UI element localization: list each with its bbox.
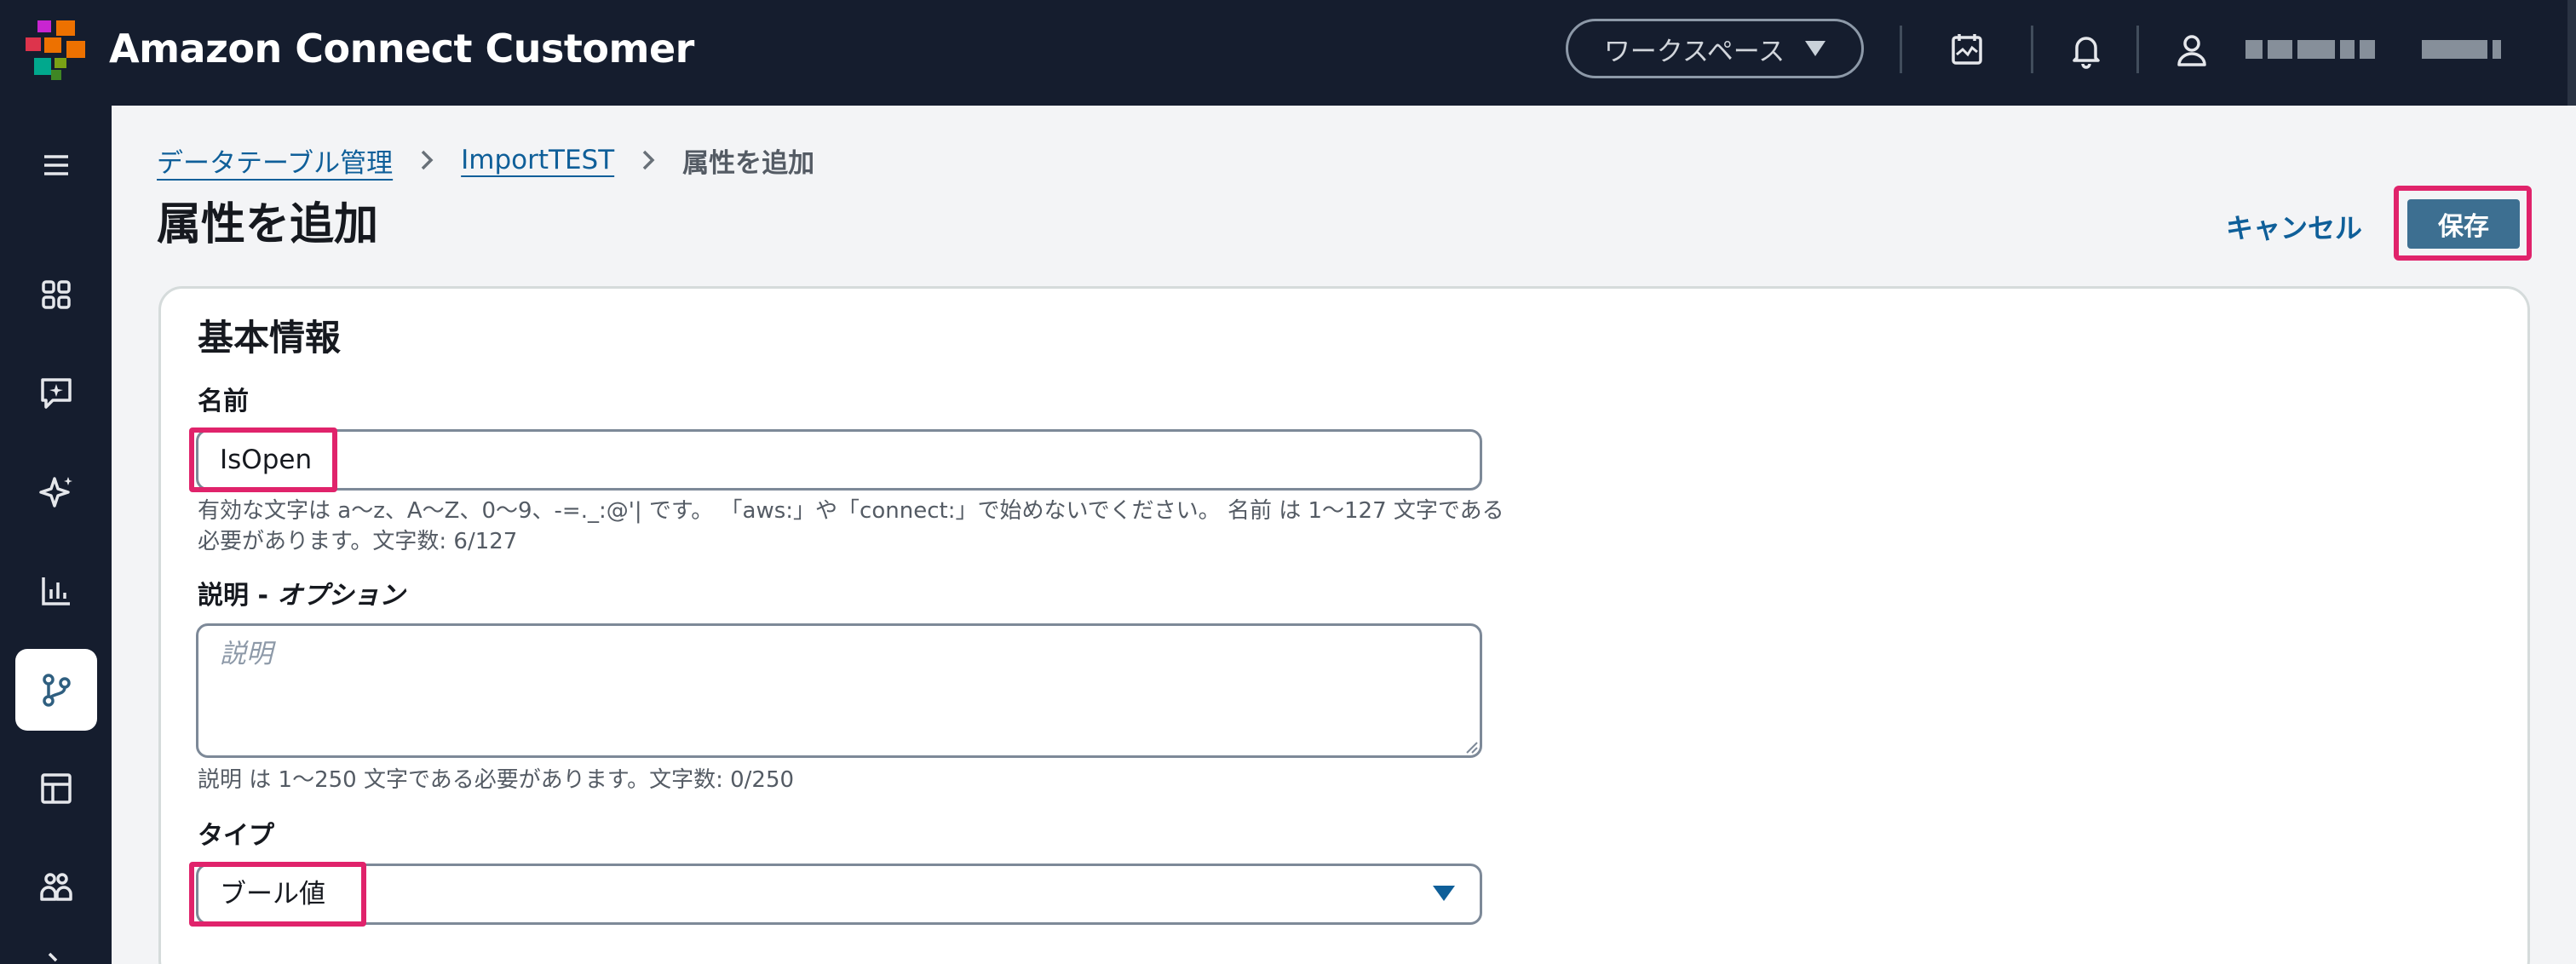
caret-down-icon[interactable] (1433, 886, 1455, 901)
name-hint-line-2: 必要があります。文字数: 6/127 (198, 529, 518, 554)
calendar-activity-icon[interactable] (1946, 29, 1988, 72)
breadcrumb-current: 属性を追加 (682, 147, 815, 179)
description-optional-text: オプション (277, 581, 405, 611)
dashboard-grid-icon (42, 280, 71, 309)
chat-sparkle-icon (41, 378, 72, 409)
routing-flow-icon (43, 674, 71, 707)
breadcrumb-link-data-tables[interactable]: データテーブル管理 (157, 141, 393, 180)
analytics-bar-chart-icon (42, 577, 70, 605)
workspace-label: ワークスペース (1603, 36, 1785, 67)
caret-down-icon (1805, 41, 1826, 56)
nav-layout-button[interactable] (15, 748, 97, 829)
name-input[interactable] (196, 429, 1482, 491)
resize-handle-icon[interactable] (1463, 739, 1479, 755)
description-label-text: 説明 - (198, 581, 278, 611)
divider (1900, 26, 1902, 73)
name-label: 名前 (198, 387, 249, 416)
notification-bell-icon[interactable] (2065, 29, 2107, 72)
type-select[interactable] (196, 864, 1482, 925)
divider (2136, 26, 2139, 73)
ai-sparkle-icon (39, 477, 72, 508)
nav-routing-button[interactable] (15, 649, 97, 731)
chevron-right-icon (421, 150, 434, 170)
name-hint-line-1: 有効な文字は a〜z、A〜Z、0〜9、-=._:@'| です。 「aws:」や「… (198, 498, 1504, 524)
nav-users-button[interactable] (15, 846, 97, 928)
nav-dashboard-button[interactable] (15, 254, 97, 336)
user-name-redacted[interactable] (2245, 37, 2501, 61)
chevron-right-icon (642, 150, 655, 170)
users-group-icon (40, 873, 72, 901)
workspace-dropdown-button[interactable]: ワークスペース (1566, 19, 1864, 78)
description-label: 説明 - オプション (198, 579, 405, 613)
user-profile-icon[interactable] (2171, 29, 2213, 72)
breadcrumb-link-table[interactable]: ImportTEST (461, 145, 614, 175)
scrollbar[interactable] (2567, 0, 2576, 106)
breadcrumb: データテーブル管理 ImportTEST 属性を追加 (157, 141, 814, 179)
side-navigation (0, 106, 112, 964)
cancel-button[interactable]: キャンセル (2196, 204, 2392, 249)
layout-panel-icon (41, 773, 72, 804)
menu-toggle-button[interactable] (15, 124, 97, 206)
nav-chat-button[interactable] (15, 353, 97, 434)
type-value-highlight (189, 862, 366, 927)
page-title: 属性を追加 (157, 199, 379, 250)
menu-icon (44, 155, 68, 175)
type-label: タイプ (198, 821, 274, 851)
chevron-icon[interactable] (44, 950, 70, 964)
divider (2031, 26, 2033, 73)
app-title: Amazon Connect Customer (109, 26, 694, 72)
name-value-highlight (189, 427, 337, 492)
description-placeholder: 説明 (220, 639, 273, 669)
top-navigation-bar: Amazon Connect Customer ワークスペース (0, 0, 2576, 106)
description-textarea[interactable] (196, 623, 1482, 758)
nav-ai-button[interactable] (15, 451, 97, 533)
nav-analytics-button[interactable] (15, 550, 97, 632)
description-hint: 説明 は 1〜250 文字である必要があります。文字数: 0/250 (198, 767, 795, 793)
section-title: 基本情報 (198, 317, 342, 359)
save-button[interactable]: 保存 (2407, 199, 2520, 249)
amazon-connect-logo-icon[interactable] (26, 20, 87, 80)
